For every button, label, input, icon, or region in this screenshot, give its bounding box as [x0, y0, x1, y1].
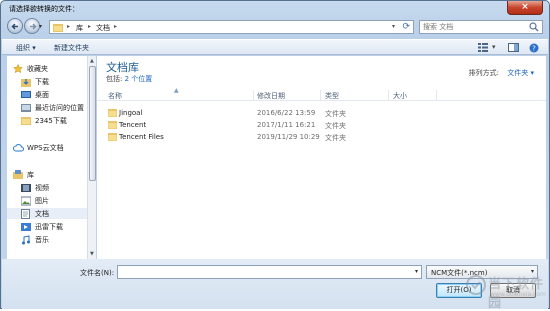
sidebar-item-documents[interactable]: 文档 [7, 208, 94, 219]
help-icon[interactable]: ? [529, 43, 539, 53]
watermark-logo-icon [466, 275, 486, 295]
library-icon [13, 170, 23, 179]
locations-link[interactable]: 2 个位置 [125, 75, 153, 83]
close-button[interactable]: × [507, 1, 543, 15]
filename-label: 文件名(N): [80, 269, 115, 277]
folder-icon [108, 133, 117, 141]
recent-places-icon [21, 104, 31, 112]
music-icon [22, 235, 30, 245]
file-row[interactable]: Tencent Files 2019/11/29 10:29 文件夹 [97, 131, 546, 143]
dialog-title: 请选择欲转换的文件： [9, 5, 79, 13]
xunlei-icon [21, 223, 31, 231]
breadcrumb-separator-icon: ▸ [67, 23, 71, 30]
search-input[interactable] [423, 22, 523, 32]
organize-menu[interactable]: 组织 ▾ [16, 43, 36, 53]
navigation-row: ▾ ▸ 库 ▸ 文档 ▸ ▾ ⟳ [1, 15, 549, 39]
file-date: 2019/11/29 10:29 [257, 133, 320, 141]
column-type[interactable]: 类型 [325, 91, 339, 101]
file-type: 文件夹 [325, 110, 346, 118]
search-box[interactable] [419, 20, 543, 34]
column-name[interactable]: 名称 [108, 91, 122, 101]
preview-pane-icon[interactable] [508, 43, 519, 52]
breadcrumb-separator-icon: ▸ [88, 23, 92, 30]
navigation-pane: 收藏夹 下载 桌面 最近访问的位置 2345下载 WPS云文档 库 视频 图片 … [7, 56, 95, 259]
svg-text:?: ? [532, 45, 536, 53]
folder-icon [108, 109, 117, 117]
file-row[interactable]: Jingoal 2016/6/22 13:59 文件夹 [97, 107, 546, 119]
file-open-dialog: 请选择欲转换的文件： × ▾ ▸ 库 ▸ 文档 ▸ ▾ ⟳ 组织 ▾ 新建文件夹… [0, 0, 550, 311]
sort-indicator-icon: ▲ [174, 87, 179, 94]
title-bar[interactable]: 请选择欲转换的文件： × [1, 1, 549, 15]
library-includes: 包括: 2 个位置 [106, 75, 153, 83]
back-button[interactable] [7, 18, 23, 34]
command-bar: 组织 ▾ 新建文件夹 ▾ ? [2, 39, 548, 55]
document-icon [21, 209, 30, 219]
refresh-icon[interactable]: ⟳ [402, 22, 410, 32]
column-modified-date[interactable]: 修改日期 [257, 91, 285, 101]
file-type: 文件夹 [325, 134, 346, 142]
breadcrumb-library[interactable]: 库 [76, 23, 83, 33]
address-dropdown-icon[interactable]: ▾ [392, 23, 395, 30]
recent-pages-dropdown[interactable]: ▾ [39, 23, 42, 30]
picture-icon [21, 196, 31, 206]
arrange-by-dropdown[interactable]: 文件夹 ▾ [507, 69, 534, 77]
library-folder-icon [53, 24, 63, 32]
file-name: Tencent Files [119, 133, 164, 141]
file-date: 2016/6/22 13:59 [257, 109, 316, 117]
filename-history-dropdown-icon[interactable]: ▾ [415, 268, 418, 275]
view-options-icon[interactable] [478, 43, 488, 52]
file-row[interactable]: Tencent 2017/1/11 16:21 文件夹 [97, 119, 546, 131]
back-arrow-icon [11, 23, 18, 30]
file-name: Jingoal [119, 109, 143, 117]
column-size[interactable]: 大小 [393, 91, 407, 101]
scroll-down-icon[interactable]: ▼ [90, 251, 94, 257]
download-folder-icon [21, 79, 31, 87]
scroll-up-icon[interactable]: ▲ [90, 58, 94, 64]
file-type: 文件夹 [325, 122, 346, 130]
column-header-row: 名称 ▲ 修改日期 类型 大小 [97, 87, 546, 101]
video-icon [21, 184, 31, 192]
search-icon [529, 22, 539, 32]
forward-arrow-icon [30, 23, 37, 30]
file-list-pane: 文档库 包括: 2 个位置 排列方式: 文件夹 ▾ 名称 ▲ 修改日期 类型 大… [97, 56, 546, 259]
filename-input[interactable]: ▾ [117, 265, 422, 279]
forward-button[interactable] [24, 18, 40, 34]
breadcrumb-separator-icon: ▸ [114, 23, 118, 30]
file-date: 2017/1/11 16:21 [257, 121, 316, 129]
breadcrumb-documents[interactable]: 文档 [96, 23, 110, 33]
library-title: 文档库 [106, 61, 139, 74]
navigation-scrollbar[interactable]: ▲ ▼ [87, 56, 96, 259]
new-folder-button[interactable]: 新建文件夹 [54, 43, 89, 53]
view-dropdown-icon[interactable]: ▾ [492, 43, 496, 51]
cloud-icon [13, 144, 24, 152]
scroll-thumb[interactable] [89, 66, 96, 181]
desktop-icon [21, 91, 31, 98]
folder-icon [21, 117, 31, 125]
folder-icon [108, 121, 117, 129]
site-watermark: 当下软件园 www.downxia.com [466, 269, 546, 311]
arrange-by: 排列方式: 文件夹 ▾ [468, 69, 534, 77]
file-name: Tencent [119, 121, 147, 129]
address-bar[interactable]: ▸ 库 ▸ 文档 ▸ ▾ ⟳ [49, 20, 414, 34]
star-icon [13, 64, 23, 74]
